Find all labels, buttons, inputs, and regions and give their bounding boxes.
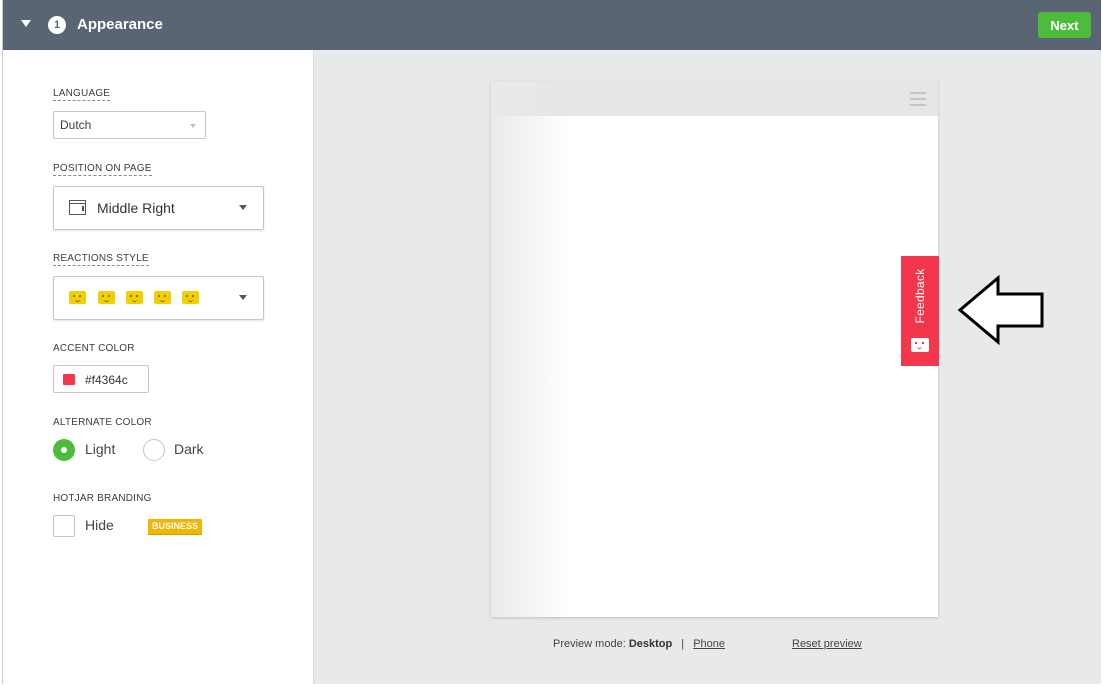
preview-mode-separator: | bbox=[681, 638, 685, 650]
chevron-down-icon bbox=[190, 124, 196, 128]
branding-label: HOTJAR BRANDING bbox=[53, 493, 152, 504]
chevron-down-icon bbox=[239, 295, 247, 300]
hate-face-icon bbox=[69, 291, 86, 304]
radio-light[interactable] bbox=[53, 439, 75, 461]
browser-fade bbox=[491, 116, 571, 617]
preview-mode-row: Preview mode: Desktop | Phone bbox=[553, 638, 725, 650]
feedback-tab[interactable]: Feedback bbox=[901, 256, 939, 366]
reactions-label: REACTIONS STYLE bbox=[53, 253, 149, 266]
feedback-face-icon bbox=[911, 338, 929, 352]
step-header: 1 Appearance Next bbox=[3, 0, 1101, 50]
business-badge: BUSINESS bbox=[148, 519, 203, 534]
radio-light-label[interactable]: Light bbox=[85, 441, 115, 457]
preview-mode-desktop: Desktop bbox=[628, 638, 673, 650]
preview-mode-phone-link[interactable]: Phone bbox=[693, 638, 725, 650]
accent-color-value: #f4364c bbox=[85, 373, 128, 387]
browser-window-icon bbox=[69, 200, 86, 215]
reactions-select[interactable] bbox=[53, 276, 264, 320]
preview-panel: Feedback Preview mode: Desktop | Phone R… bbox=[314, 50, 1101, 684]
radio-dark-label[interactable]: Dark bbox=[174, 441, 204, 457]
position-label: POSITION ON PAGE bbox=[53, 163, 152, 176]
chevron-down-icon bbox=[239, 205, 247, 210]
hamburger-menu-icon[interactable] bbox=[910, 92, 926, 106]
radio-dark[interactable] bbox=[143, 439, 165, 461]
language-select[interactable]: Dutch bbox=[53, 111, 206, 139]
feedback-tab-label: Feedback bbox=[913, 268, 927, 324]
collapse-caret-icon[interactable] bbox=[21, 20, 31, 27]
next-button[interactable]: Next bbox=[1038, 12, 1091, 38]
neutral-face-icon bbox=[126, 291, 143, 304]
app-frame: 1 Appearance Next LANGUAGE Dutch POSITIO… bbox=[2, 0, 1101, 684]
reset-preview-link[interactable]: Reset preview bbox=[792, 638, 862, 650]
step-title: Appearance bbox=[77, 16, 163, 33]
dislike-face-icon bbox=[98, 291, 115, 304]
love-face-icon bbox=[182, 291, 199, 304]
language-value: Dutch bbox=[60, 118, 92, 132]
alternate-color-label: ALTERNATE COLOR bbox=[53, 417, 152, 428]
browser-bar bbox=[491, 81, 938, 116]
step-number-badge: 1 bbox=[48, 16, 66, 34]
hide-branding-label[interactable]: Hide bbox=[85, 517, 114, 533]
position-select[interactable]: Middle Right bbox=[53, 186, 264, 230]
accent-color-input[interactable]: #f4364c bbox=[53, 365, 149, 393]
like-face-icon bbox=[154, 291, 171, 304]
accent-color-label: ACCENT COLOR bbox=[53, 343, 135, 354]
position-value: Middle Right bbox=[97, 200, 175, 216]
arrow-left-icon bbox=[957, 274, 1044, 346]
preview-mode-label: Preview mode: bbox=[553, 638, 626, 650]
preview-browser bbox=[491, 81, 938, 617]
color-swatch[interactable] bbox=[63, 374, 75, 385]
language-label: LANGUAGE bbox=[53, 88, 111, 101]
settings-panel: LANGUAGE Dutch POSITION ON PAGE Middle R… bbox=[3, 50, 314, 684]
hide-branding-checkbox[interactable] bbox=[53, 515, 75, 537]
